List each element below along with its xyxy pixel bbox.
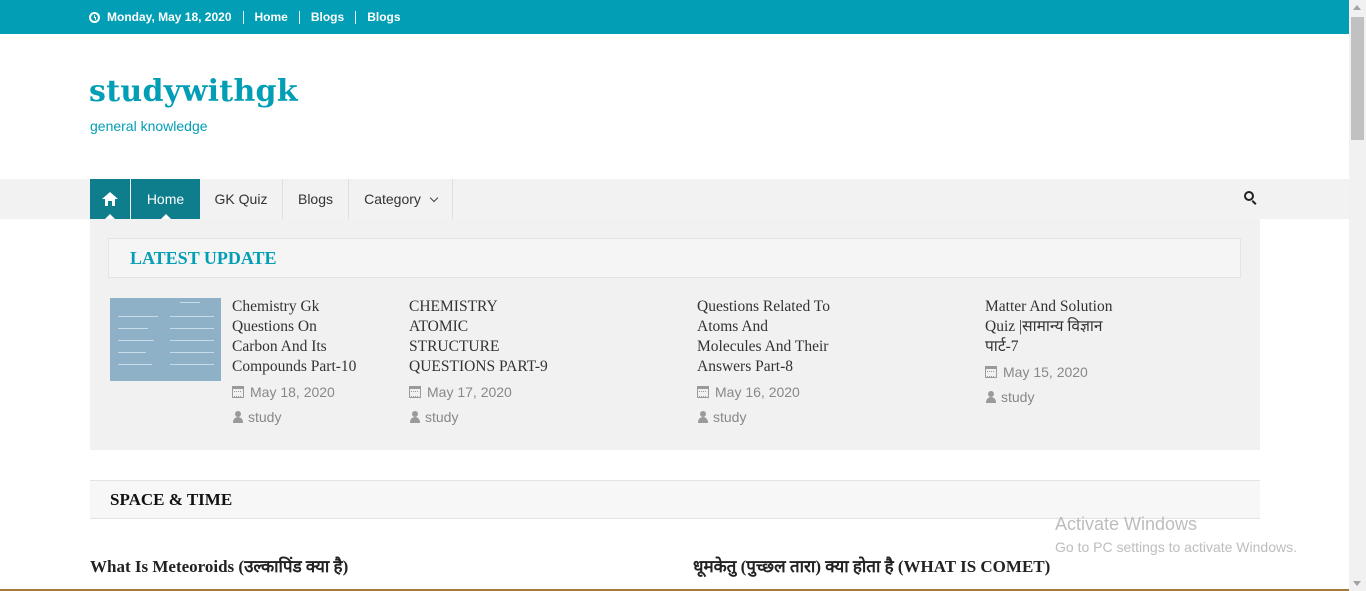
post-thumbnail[interactable]: [110, 298, 221, 381]
nav-home-button[interactable]: [90, 179, 130, 219]
post-author[interactable]: study: [985, 387, 1112, 407]
calendar-icon: [697, 386, 709, 398]
section-title: LATEST UPDATE: [130, 248, 277, 268]
separator: [298, 10, 300, 24]
nav-item-label: GK Quiz: [214, 191, 268, 207]
post-title[interactable]: Chemistry Gk Questions On Carbon And Its…: [232, 297, 356, 377]
vertical-scrollbar[interactable]: [1349, 0, 1366, 591]
separator: [355, 10, 357, 24]
post-author[interactable]: study: [232, 407, 356, 427]
post-author[interactable]: study: [409, 407, 548, 427]
nav-item-category[interactable]: Category: [349, 179, 453, 219]
user-icon: [233, 411, 243, 423]
activate-windows-watermark: Activate Windows: [1055, 514, 1198, 534]
latest-post-4: Matter And Solution Quiz |सामान्य विज्ञा…: [985, 297, 1112, 407]
calendar-icon: [409, 386, 421, 398]
scroll-down-arrow-icon[interactable]: [1353, 581, 1361, 586]
site-tagline: general knowledge: [90, 118, 208, 134]
user-icon: [698, 411, 708, 423]
topbar-link-blogs[interactable]: Blogs: [311, 10, 344, 24]
post-title[interactable]: Matter And Solution Quiz |सामान्य विज्ञा…: [985, 297, 1112, 357]
article-title-comet[interactable]: धूमकेतु (पुच्छल तारा) क्या होता है (WHAT…: [693, 554, 1050, 577]
nav-item-label: Home: [146, 191, 185, 207]
search-icon[interactable]: [1244, 191, 1260, 207]
user-icon: [410, 411, 420, 423]
nav-item-home[interactable]: Home: [131, 179, 200, 219]
latest-post-2: CHEMISTRY ATOMIC STRUCTURE QUESTIONS PAR…: [409, 297, 548, 427]
nav-item-blogs[interactable]: Blogs: [283, 179, 349, 219]
post-date[interactable]: May 18, 2020: [232, 382, 356, 402]
topbar-link-home[interactable]: Home: [255, 10, 288, 24]
post-title[interactable]: Questions Related To Atoms And Molecules…: [697, 297, 830, 377]
calendar-icon: [985, 366, 997, 378]
top-bar: Monday, May 18, 2020 Home Blogs Blogs: [0, 0, 1349, 34]
post-date[interactable]: May 17, 2020: [409, 382, 548, 402]
home-icon: [102, 192, 118, 206]
post-title[interactable]: CHEMISTRY ATOMIC STRUCTURE QUESTIONS PAR…: [409, 297, 548, 377]
current-date: Monday, May 18, 2020: [107, 10, 232, 24]
calendar-icon: [232, 386, 244, 398]
user-icon: [986, 391, 996, 403]
separator: [242, 10, 244, 24]
chevron-down-icon: [429, 193, 439, 203]
latest-post-3: Questions Related To Atoms And Molecules…: [697, 297, 830, 427]
nav-item-label: Blogs: [297, 191, 334, 207]
scroll-up-arrow-icon[interactable]: [1353, 5, 1361, 10]
activate-windows-hint: Go to PC settings to activate Windows.: [1055, 539, 1297, 555]
scrollbar-thumb[interactable]: [1351, 17, 1364, 140]
nav-item-gk-quiz[interactable]: GK Quiz: [200, 179, 283, 219]
article-title-meteoroids[interactable]: What Is Meteoroids (उल्कापिंड क्या है): [90, 554, 348, 577]
latest-post-1: Chemistry Gk Questions On Carbon And Its…: [232, 297, 356, 427]
post-date[interactable]: May 15, 2020: [985, 362, 1112, 382]
post-date[interactable]: May 16, 2020: [697, 382, 830, 402]
clock-icon: [89, 11, 100, 23]
post-author[interactable]: study: [697, 407, 830, 427]
section-title: SPACE & TIME: [110, 490, 233, 509]
topbar-link-blogs-2[interactable]: Blogs: [367, 10, 400, 24]
site-title[interactable]: studywithgk: [89, 74, 298, 109]
nav-item-label: Category: [364, 191, 421, 207]
latest-update-header: LATEST UPDATE: [108, 238, 1241, 278]
